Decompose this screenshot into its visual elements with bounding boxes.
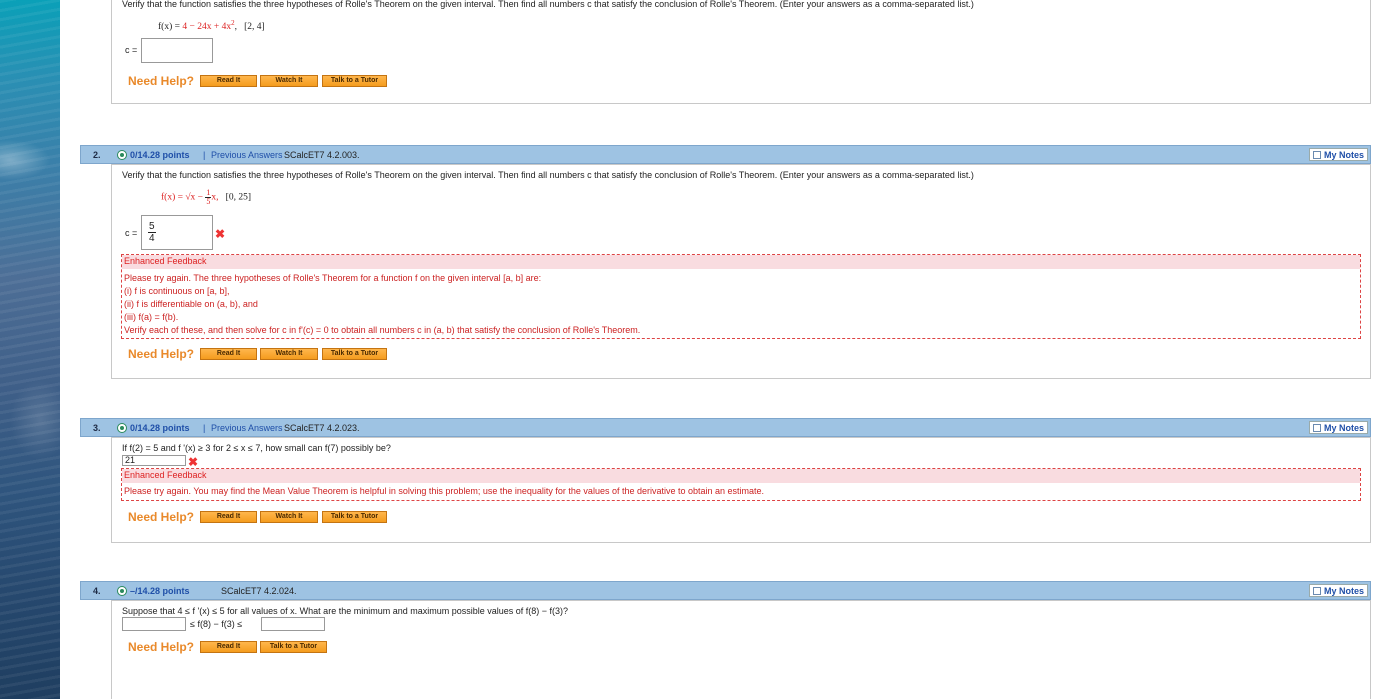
- q2-feedback-line: (iii) f(a) = f(b).: [124, 312, 179, 322]
- q1-prompt: Verify that the function satisfies the t…: [122, 0, 974, 9]
- q1-watch-it-button[interactable]: Watch It: [260, 75, 318, 87]
- q2-feedback-line: (ii) f is differentiable on (a, b), and: [124, 299, 258, 309]
- q2-feedback-line: Please try again. The three hypotheses o…: [124, 273, 542, 283]
- q2-need-help: Need Help?: [128, 347, 195, 361]
- q4-points: –/14.28 points: [130, 586, 190, 596]
- points-status-icon: [117, 423, 127, 433]
- q3-read-it-button[interactable]: Read It: [200, 511, 257, 523]
- q4-talk-to-tutor-button[interactable]: Talk to a Tutor: [260, 641, 327, 653]
- q2-read-it-button[interactable]: Read It: [200, 348, 257, 360]
- q2-watch-it-button[interactable]: Watch It: [260, 348, 318, 360]
- q3-problem-code: SCalcET7 4.2.023.: [284, 423, 360, 433]
- notes-icon: [1312, 151, 1321, 159]
- q3-separator: |: [203, 423, 206, 433]
- q3-feedback-title: Enhanced Feedback: [122, 469, 1360, 483]
- q2-feedback-line: Verify each of these, and then solve for…: [124, 325, 641, 335]
- q3-prompt: If f(2) = 5 and f '(x) ≥ 3 for 2 ≤ x ≤ 7…: [122, 443, 391, 453]
- points-status-icon: [117, 586, 127, 596]
- q3-talk-to-tutor-button[interactable]: Talk to a Tutor: [322, 511, 387, 523]
- q3-feedback-line: Please try again. You may find the Mean …: [124, 486, 765, 496]
- q1-answer-input[interactable]: [141, 38, 213, 63]
- q3-my-notes-button[interactable]: My Notes: [1308, 421, 1368, 434]
- q2-talk-to-tutor-button[interactable]: Talk to a Tutor: [322, 348, 387, 360]
- q4-number: 4.: [93, 586, 101, 596]
- q2-feedback-title: Enhanced Feedback: [122, 255, 1360, 269]
- q3-number: 3.: [93, 423, 101, 433]
- question-2-header: 2. 0/14.28 points | Previous Answers SCa…: [80, 145, 1371, 164]
- q1-c-label: c =: [125, 45, 138, 55]
- q3-previous-answers-link[interactable]: Previous Answers: [211, 423, 283, 433]
- q1-need-help: Need Help?: [128, 74, 195, 88]
- incorrect-x-icon: ✖: [188, 455, 199, 469]
- question-4-header: 4. –/14.28 points SCalcET7 4.2.024. My N…: [80, 581, 1371, 600]
- q2-function: f(x) = √x − 1 5 x, [0, 25]: [161, 188, 251, 206]
- q2-feedback-line: (i) f is continuous on [a, b],: [124, 286, 230, 296]
- notes-icon: [1312, 424, 1321, 432]
- q2-problem-code: SCalcET7 4.2.003.: [284, 150, 360, 160]
- q4-max-input[interactable]: [261, 617, 325, 631]
- desktop-background: [0, 0, 60, 699]
- q3-points: 0/14.28 points: [130, 423, 190, 433]
- q4-inequality-text: ≤ f(8) − f(3) ≤: [190, 619, 243, 629]
- q2-separator: |: [203, 150, 206, 160]
- notes-icon: [1312, 587, 1321, 595]
- q2-my-notes-button[interactable]: My Notes: [1308, 148, 1368, 161]
- q2-c-label: c =: [125, 228, 138, 238]
- incorrect-x-icon: ✖: [215, 227, 226, 241]
- q4-read-it-button[interactable]: Read It: [200, 641, 257, 653]
- q2-prompt: Verify that the function satisfies the t…: [122, 170, 974, 180]
- q4-min-input[interactable]: [122, 617, 186, 631]
- q2-number: 2.: [93, 150, 101, 160]
- q2-answer-input[interactable]: 54: [141, 215, 213, 250]
- q1-function: f(x) = 4 − 24x + 4x2, [2, 4]: [158, 19, 265, 33]
- question-3-header: 3. 0/14.28 points | Previous Answers SCa…: [80, 418, 1371, 437]
- q3-need-help: Need Help?: [128, 510, 195, 524]
- q1-talk-to-tutor-button[interactable]: Talk to a Tutor: [322, 75, 387, 87]
- question-1-panel: [111, 0, 1371, 104]
- points-status-icon: [117, 150, 127, 160]
- q3-answer-input[interactable]: 21: [122, 455, 186, 466]
- q3-watch-it-button[interactable]: Watch It: [260, 511, 318, 523]
- q4-prompt: Suppose that 4 ≤ f '(x) ≤ 5 for all valu…: [122, 606, 569, 616]
- q4-problem-code: SCalcET7 4.2.024.: [221, 586, 297, 596]
- q4-need-help: Need Help?: [128, 640, 195, 654]
- q2-points: 0/14.28 points: [130, 150, 190, 160]
- q3-enhanced-feedback: Enhanced Feedback Please try again. You …: [121, 468, 1361, 501]
- q4-my-notes-button[interactable]: My Notes: [1308, 584, 1368, 597]
- q2-previous-answers-link[interactable]: Previous Answers: [211, 150, 283, 160]
- q1-read-it-button[interactable]: Read It: [200, 75, 257, 87]
- q2-enhanced-feedback: Enhanced Feedback Please try again. The …: [121, 254, 1361, 339]
